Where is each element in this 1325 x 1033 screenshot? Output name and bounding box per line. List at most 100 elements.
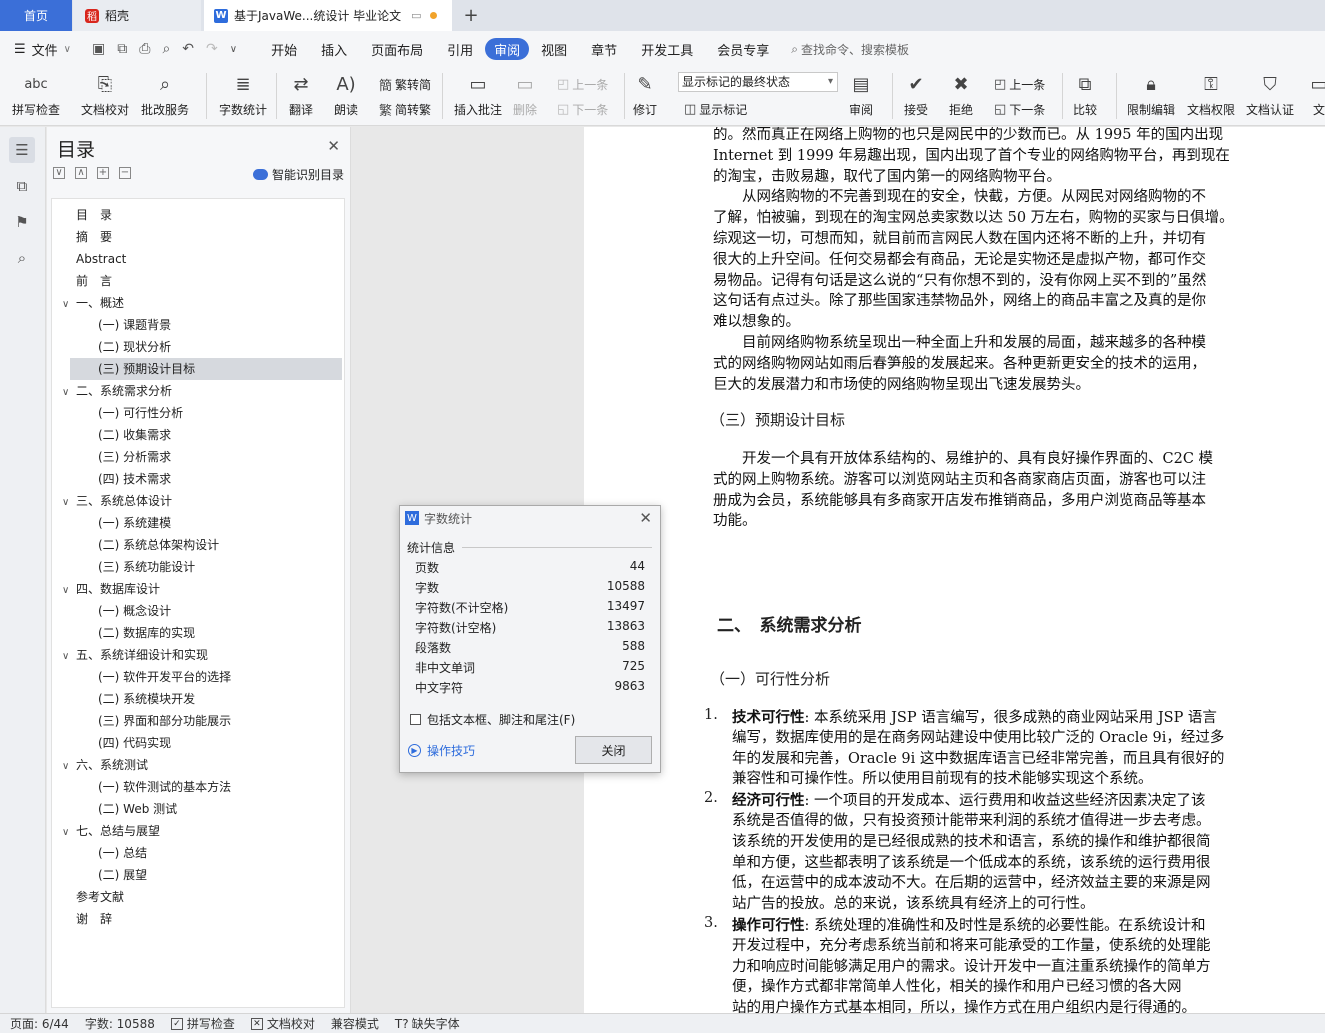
dialog-title-bar[interactable]: W 字数统计 <box>400 506 660 530</box>
proofread-status[interactable]: ✕ 文档校对 <box>250 1015 315 1032</box>
reject-button[interactable]: ✖ 拒绝 <box>948 71 974 121</box>
sections-nav-icon[interactable]: ⧉ <box>9 173 35 199</box>
print-icon[interactable]: ⎙ <box>139 41 150 57</box>
ribbon-tab-7[interactable]: 开发工具 <box>629 38 705 60</box>
ribbon-overflow-button[interactable]: ▭ 文 <box>1306 71 1325 121</box>
redo-icon[interactable]: ↷ <box>206 41 218 57</box>
doc-certify-button[interactable]: ⛉ 文档认证 <box>1246 71 1294 121</box>
correct-service-button[interactable]: ⌕ 批改服务 <box>141 71 189 121</box>
tips-link[interactable]: ▶ 操作技巧 <box>408 742 475 759</box>
save-icon[interactable]: ▣ <box>92 41 105 57</box>
prev-change-button[interactable]: ◰ 上一条 <box>994 74 1045 94</box>
toc-item[interactable]: 参考文献 <box>52 886 344 908</box>
smart-toc-button[interactable]: 智能识别目录 <box>252 166 344 183</box>
toc-item[interactable]: (二) 收集需求 <box>52 424 344 446</box>
chevron-down-icon[interactable]: ∨ <box>62 382 76 404</box>
page-indicator[interactable]: 页面: 6/44 <box>10 1015 69 1032</box>
show-markup-button[interactable]: ◫ 显示标记 <box>684 99 747 119</box>
toc-item[interactable]: 摘 要 <box>52 226 344 248</box>
collapse-all-icon[interactable]: ∧ <box>75 167 87 179</box>
remove-heading-icon[interactable]: − <box>119 167 131 179</box>
ribbon-tab-8[interactable]: 会员专享 <box>705 38 781 60</box>
restrict-edit-button[interactable]: 🔒︎ 限制编辑 <box>1127 71 1175 121</box>
toc-item[interactable]: (三) 预期设计目标 <box>70 358 342 380</box>
doc-permission-button[interactable]: ⚿ 文档权限 <box>1187 71 1235 121</box>
close-button[interactable]: 关闭 <box>575 736 652 764</box>
print-preview-icon[interactable]: ⌕ <box>162 41 170 57</box>
toc-item[interactable]: (四) 技术需求 <box>52 468 344 490</box>
proofread-button[interactable]: ⎘ 文档校对 <box>81 71 129 121</box>
undo-icon[interactable]: ↶ <box>182 41 194 57</box>
read-aloud-button[interactable]: A) 朗读 <box>333 71 359 121</box>
toc-item[interactable]: 谢 辞 <box>52 908 344 930</box>
command-search[interactable]: ⌕ 查找命令、搜索模板 <box>791 41 909 58</box>
new-tab-plus-icon[interactable]: + <box>458 0 484 31</box>
ribbon-tab-3[interactable]: 引用 <box>435 38 485 60</box>
export-icon[interactable]: ⧉ <box>117 41 127 57</box>
chevron-down-icon[interactable]: ∨ <box>62 822 76 844</box>
toc-item[interactable]: 前 言 <box>52 270 344 292</box>
checkbox-box[interactable] <box>410 714 421 725</box>
next-comment-button[interactable]: ◱ 下一条 <box>557 99 608 119</box>
compat-mode-status[interactable]: 兼容模式 <box>331 1015 379 1032</box>
file-menu[interactable]: ☰ 文件 ∨ <box>0 40 86 59</box>
toc-item[interactable]: (二) 系统总体架构设计 <box>52 534 344 556</box>
quick-more-icon[interactable]: ∨ <box>230 44 237 55</box>
toc-item[interactable]: ∨ 四、数据库设计 <box>52 578 344 600</box>
toc-item[interactable]: ∨ 三、系统总体设计 <box>52 490 344 512</box>
close-icon[interactable]: ✕ <box>639 509 652 527</box>
toc-item[interactable]: (三) 界面和部分功能展示 <box>52 710 344 732</box>
missing-font-status[interactable]: T? 缺失字体 <box>395 1015 460 1032</box>
toc-item[interactable]: Abstract <box>52 248 344 270</box>
toc-item[interactable]: (一) 总结 <box>52 842 344 864</box>
toc-item[interactable]: (一) 可行性分析 <box>52 402 344 424</box>
ribbon-tab-1[interactable]: 插入 <box>309 38 359 60</box>
toc-item[interactable]: (一) 软件测试的基本方法 <box>52 776 344 798</box>
monitor-icon[interactable]: ▭ <box>411 9 421 22</box>
ribbon-tab-6[interactable]: 章节 <box>579 38 629 60</box>
ribbon-tab-4[interactable]: 审阅 <box>485 38 530 60</box>
toc-item[interactable]: (三) 系统功能设计 <box>52 556 344 578</box>
close-icon[interactable]: ✕ <box>327 137 340 155</box>
add-heading-icon[interactable]: + <box>97 167 109 179</box>
toc-item[interactable]: (一) 概念设计 <box>52 600 344 622</box>
bookmark-nav-icon[interactable]: ⚑ <box>9 209 35 235</box>
delete-comment-button[interactable]: ▭ 删除 <box>512 71 538 121</box>
chevron-down-icon[interactable]: ∨ <box>62 646 76 668</box>
markup-state-select[interactable]: 显示标记的最终状态 <box>678 72 838 92</box>
insert-comment-button[interactable]: ▭ 插入批注 <box>454 71 502 121</box>
tab-document[interactable]: W 基于JavaWe...统设计 毕业论文 ▭ <box>204 0 452 31</box>
compare-button[interactable]: ⧉ 比较 <box>1072 71 1098 121</box>
tab-home[interactable]: 首页 <box>0 0 72 31</box>
search-nav-icon[interactable]: ⌕ <box>9 245 35 271</box>
toc-item[interactable]: ∨ 二、系统需求分析 <box>52 380 344 402</box>
toc-item[interactable]: ∨ 七、总结与展望 <box>52 820 344 842</box>
expand-all-icon[interactable]: ∨ <box>53 167 65 179</box>
toc-item[interactable]: (二) Web 测试 <box>52 798 344 820</box>
include-notes-checkbox[interactable]: 包括文本框、脚注和尾注(F) <box>410 711 575 728</box>
toc-item[interactable]: ∨ 五、系统详细设计和实现 <box>52 644 344 666</box>
spell-check-button[interactable]: abc 拼写检查 <box>12 71 60 121</box>
next-change-button[interactable]: ◱ 下一条 <box>994 99 1045 119</box>
trad-to-simp-button[interactable]: 簡繁转简 <box>379 74 431 94</box>
toc-item[interactable]: (四) 代码实现 <box>52 732 344 754</box>
ribbon-tab-0[interactable]: 开始 <box>259 38 309 60</box>
toc-item[interactable]: (二) 现状分析 <box>52 336 344 358</box>
chevron-down-icon[interactable]: ∨ <box>62 580 76 602</box>
ribbon-tab-5[interactable]: 视图 <box>529 38 579 60</box>
toc-nav-icon[interactable]: ☰ <box>9 137 35 163</box>
toc-item[interactable]: (二) 数据库的实现 <box>52 622 344 644</box>
toc-item[interactable]: (二) 系统模块开发 <box>52 688 344 710</box>
chevron-down-icon[interactable]: ∨ <box>62 756 76 778</box>
tab-docer[interactable]: 稻 稻壳 <box>73 0 201 31</box>
toc-item[interactable]: (一) 系统建模 <box>52 512 344 534</box>
simp-to-trad-button[interactable]: 繁简转繁 <box>379 99 431 119</box>
toc-item[interactable]: ∨ 六、系统测试 <box>52 754 344 776</box>
translate-button[interactable]: ⇄ 翻译 <box>288 71 314 121</box>
word-count-indicator[interactable]: 字数: 10588 <box>85 1015 155 1032</box>
prev-comment-button[interactable]: ◰ 上一条 <box>557 74 608 94</box>
chevron-down-icon[interactable]: ∨ <box>62 294 76 316</box>
track-changes-button[interactable]: ✎ 修订 <box>632 71 658 121</box>
toc-item[interactable]: ∨ 一、概述 <box>52 292 344 314</box>
toc-item[interactable]: 目 录 <box>52 204 344 226</box>
